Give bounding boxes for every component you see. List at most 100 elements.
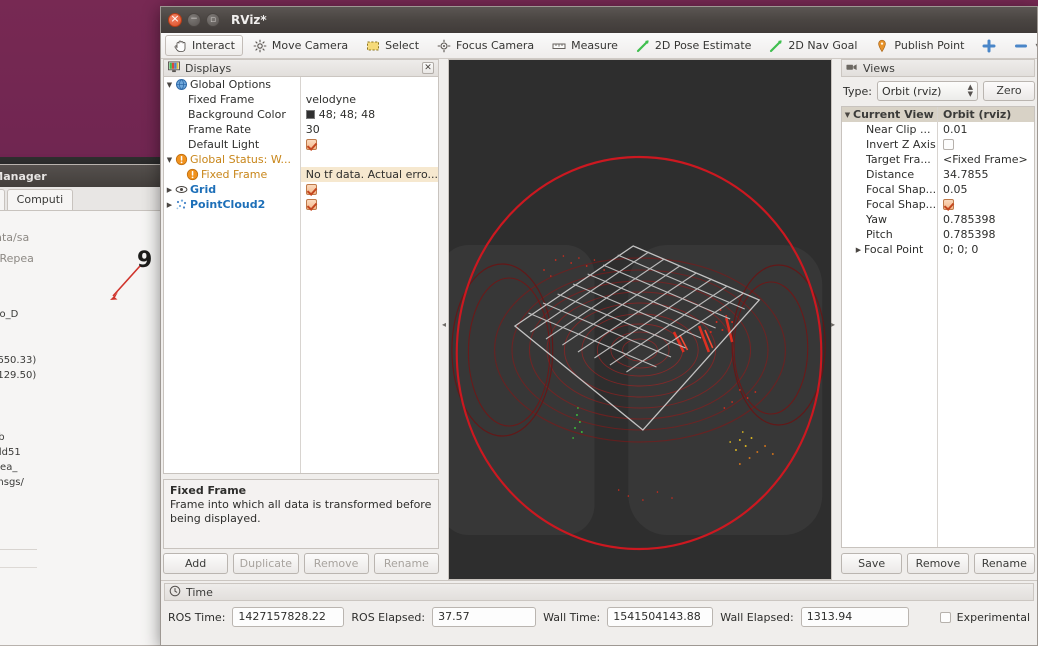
- views-header-value-label: Orbit (rviz): [938, 107, 1034, 122]
- display-row-grid[interactable]: ▶ Grid: [164, 182, 300, 197]
- rviz-titlebar[interactable]: RViz*: [161, 7, 1037, 33]
- tool-2d-pose-estimate[interactable]: 2D Pose Estimate: [628, 35, 760, 56]
- view-row-near-clip[interactable]: Near Clip ...: [842, 122, 937, 137]
- ros-time-input[interactable]: 1427157828.22: [232, 607, 345, 627]
- view-row-pitch[interactable]: Pitch: [842, 227, 937, 242]
- view-value-focal-shape-fixed[interactable]: [938, 197, 1034, 212]
- view-type-select[interactable]: Orbit (rviz) ▲ ▼: [876, 81, 978, 101]
- autoware-runtime-manager-window[interactable]: e Manager p Map Sensing Computi top/Auto…: [0, 164, 176, 646]
- views-panel-header[interactable]: Views: [841, 59, 1035, 77]
- display-value-background-color[interactable]: 48; 48; 48: [301, 107, 438, 122]
- display-row-global-status[interactable]: ▼ Global Status: W...: [164, 152, 300, 167]
- move-camera-icon: [253, 39, 267, 53]
- rename-view-button[interactable]: Rename: [973, 553, 1035, 574]
- checkbox-checked-icon[interactable]: [305, 184, 317, 195]
- hand-cursor-icon: [173, 39, 187, 53]
- checkbox-checked-icon[interactable]: [943, 199, 954, 210]
- view-row-yaw[interactable]: Yaw: [842, 212, 937, 227]
- view-value-target-frame[interactable]: <Fixed Frame>: [938, 152, 1034, 167]
- remove-display-button[interactable]: Remove: [303, 553, 369, 574]
- tool-2d-nav-goal[interactable]: 2D Nav Goal: [761, 35, 865, 56]
- arm-tab-sensing[interactable]: Sensing: [0, 189, 5, 210]
- expander-icon[interactable]: ▶: [164, 201, 175, 209]
- annotation-arrow-icon: [110, 265, 141, 300]
- experimental-toggle[interactable]: Experimental: [939, 611, 1030, 624]
- displays-tree[interactable]: ▼ Global Options Fixed Frame Background …: [163, 77, 439, 474]
- view-row-invert-z-axis[interactable]: Invert Z Axis: [842, 137, 937, 152]
- view-row-focal-shape-size[interactable]: Focal Shap...: [842, 182, 937, 197]
- right-splitter-handle[interactable]: [831, 59, 837, 580]
- view-value-distance[interactable]: 34.7855: [938, 167, 1034, 182]
- tool-publish-point[interactable]: Publish Point: [867, 35, 972, 56]
- display-row-default-light[interactable]: Default Light: [164, 137, 300, 152]
- displays-monitor-icon: [168, 60, 180, 76]
- view-value-focal-shape-size[interactable]: 0.05: [938, 182, 1034, 197]
- rviz-main-content: Displays ✕ ▼ Global Options Fixed Frame …: [161, 59, 1037, 580]
- tool-move-camera[interactable]: Move Camera: [245, 35, 356, 56]
- tool-remove[interactable]: ▾: [1006, 35, 1037, 56]
- checkbox-unchecked-icon[interactable]: [943, 139, 954, 150]
- render-viewport-3d[interactable]: [448, 59, 832, 580]
- close-icon[interactable]: [168, 12, 182, 27]
- minimize-icon[interactable]: [187, 12, 201, 27]
- view-value-yaw[interactable]: 0.785398: [938, 212, 1034, 227]
- arm-log-line-8: entence 11980 msgs : nmea_: [0, 462, 18, 473]
- rviz-window[interactable]: RViz* Interact Move Camera: [160, 6, 1038, 646]
- view-value-invert-z-axis[interactable]: [938, 137, 1034, 152]
- view-value-pitch[interactable]: 0.785398: [938, 227, 1034, 242]
- plus-icon: [982, 39, 996, 53]
- view-value-near-clip[interactable]: 0.01: [938, 122, 1034, 137]
- time-panel-header[interactable]: Time: [164, 583, 1034, 601]
- arm-tabbar[interactable]: p Map Sensing Computi: [0, 187, 175, 211]
- expander-icon[interactable]: ▶: [853, 246, 864, 254]
- view-row-distance[interactable]: Distance: [842, 167, 937, 182]
- view-row-target-frame[interactable]: Target Fra...: [842, 152, 937, 167]
- rviz-toolbar[interactable]: Interact Move Camera Select Focus Camera…: [161, 33, 1037, 59]
- views-tree[interactable]: ▼ Current View Near Clip ... Invert Z Ax…: [841, 106, 1035, 548]
- display-row-fixed-frame[interactable]: Fixed Frame: [164, 92, 300, 107]
- arm-tab-computing[interactable]: Computi: [6, 189, 74, 210]
- view-value-focal-point[interactable]: 0; 0; 0: [938, 242, 1034, 257]
- zero-view-button[interactable]: Zero: [983, 81, 1035, 101]
- display-value-global-status: [301, 152, 438, 167]
- view-row-focal-point[interactable]: ▶ Focal Point: [842, 242, 937, 257]
- ros-elapsed-input[interactable]: 37.57: [432, 607, 537, 627]
- checkbox-unchecked-icon[interactable]: [939, 611, 951, 623]
- tool-focus-camera[interactable]: Focus Camera: [429, 35, 542, 56]
- display-row-background-color[interactable]: Background Color: [164, 107, 300, 122]
- expander-icon[interactable]: ▼: [842, 111, 853, 119]
- spinner-arrows-icon[interactable]: ▲ ▼: [968, 84, 973, 98]
- display-value-pointcloud2[interactable]: [301, 197, 438, 212]
- add-display-button[interactable]: Add: [163, 553, 229, 574]
- tool-measure[interactable]: Measure: [544, 35, 626, 56]
- expander-icon[interactable]: ▶: [164, 186, 175, 194]
- expander-icon[interactable]: ▼: [164, 81, 175, 89]
- remove-view-button[interactable]: Remove: [907, 553, 969, 574]
- view-row-focal-shape-fixed[interactable]: Focal Shap...: [842, 197, 937, 212]
- display-value-fixed-frame[interactable]: velodyne: [301, 92, 438, 107]
- displays-panel-header[interactable]: Displays ✕: [163, 59, 439, 77]
- display-row-global-options[interactable]: ▼ Global Options: [164, 77, 300, 92]
- display-value-default-light[interactable]: [301, 137, 438, 152]
- arm-log-gap-b: [0, 383, 167, 399]
- views-header-current-view[interactable]: ▼ Current View: [842, 107, 937, 122]
- displays-panel-close-icon[interactable]: ✕: [422, 62, 434, 74]
- display-value-frame-rate[interactable]: 30: [301, 122, 438, 137]
- arm-log-line-1: (79s): [0, 338, 167, 353]
- tool-interact[interactable]: Interact: [165, 35, 243, 56]
- display-row-pointcloud2[interactable]: ▶ PointCloud2: [164, 197, 300, 212]
- duplicate-display-button[interactable]: Duplicate: [233, 553, 299, 574]
- display-row-frame-rate[interactable]: Frame Rate: [164, 122, 300, 137]
- checkbox-checked-icon[interactable]: [305, 139, 317, 150]
- maximize-icon[interactable]: [206, 13, 220, 27]
- display-value-grid[interactable]: [301, 182, 438, 197]
- rename-display-button[interactable]: Rename: [373, 553, 439, 574]
- wall-time-input[interactable]: 1541504143.88: [607, 607, 714, 627]
- tool-add[interactable]: [974, 35, 1004, 56]
- save-view-button[interactable]: Save: [841, 553, 903, 574]
- tool-select[interactable]: Select: [358, 35, 427, 56]
- checkbox-checked-icon[interactable]: [305, 199, 317, 210]
- display-row-status-fixed-frame[interactable]: Fixed Frame: [164, 167, 300, 182]
- expander-icon[interactable]: ▼: [164, 156, 175, 164]
- wall-elapsed-input[interactable]: 1313.94: [800, 607, 909, 627]
